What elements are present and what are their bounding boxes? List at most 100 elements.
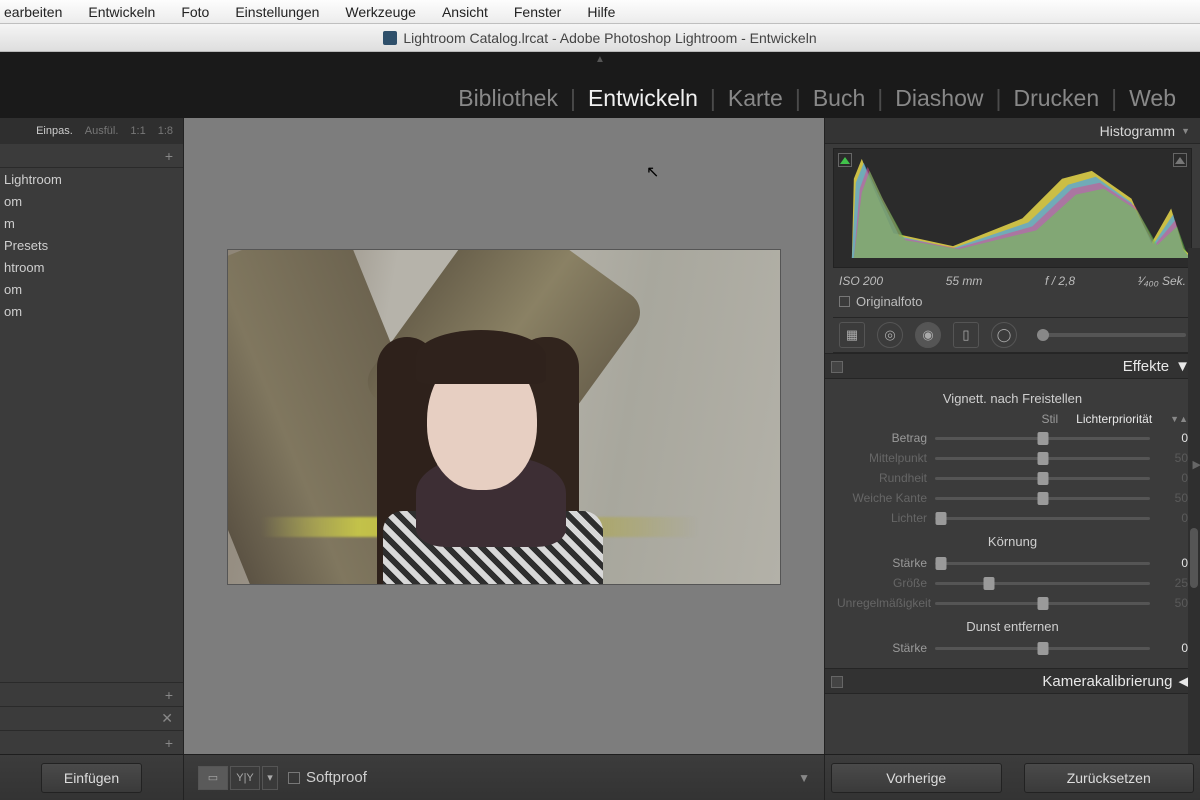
bottom-toolbar: Einfügen ▭ Y|Y ▾ Softproof ▼ Vorherige Z… — [0, 754, 1200, 800]
slider-knob[interactable] — [1037, 642, 1048, 655]
grain-title: Körnung — [837, 528, 1188, 553]
exif-iso: ISO 200 — [839, 274, 883, 288]
photo-preview[interactable] — [228, 250, 780, 584]
exif-aperture: f / 2,8 — [1045, 274, 1075, 288]
panel-switch-icon[interactable] — [831, 676, 843, 688]
zoom-fill[interactable]: Ausfül. — [85, 125, 119, 137]
menu-tools[interactable]: Werkzeuge — [345, 4, 416, 20]
tab-library[interactable]: Bibliothek — [446, 85, 570, 112]
slider-vignette-4: Lichter0 — [837, 508, 1188, 528]
preset-item[interactable]: om — [0, 300, 183, 322]
before-after-lr-icon[interactable]: Y|Y — [230, 766, 260, 790]
plus-icon[interactable]: + — [165, 148, 173, 164]
window-title: Lightroom Catalog.lrcat - Adobe Photosho… — [403, 30, 816, 46]
slider-knob — [1037, 492, 1048, 505]
effects-header[interactable]: Effekte ▼ — [825, 353, 1200, 379]
camera-calibration-header[interactable]: Kamerakalibrierung ◀ — [825, 668, 1200, 694]
develop-toolstrip: ▦ ◎ ◉ ▯ ◯ — [833, 317, 1192, 353]
slider-track — [935, 497, 1150, 500]
slider-knob[interactable] — [936, 557, 947, 570]
slider-label: Stärke — [837, 641, 927, 655]
tab-develop[interactable]: Entwickeln — [576, 85, 710, 112]
original-photo-row[interactable]: Originalfoto — [825, 294, 1200, 317]
slider-track[interactable] — [935, 437, 1150, 440]
zoom-1-8[interactable]: 1:8 — [158, 125, 173, 137]
slider-value: 0 — [1158, 641, 1188, 655]
histogram-title: Histogramm — [1100, 123, 1175, 139]
slider-value: 0 — [1158, 511, 1188, 525]
right-scrollbar[interactable] — [1188, 248, 1200, 754]
reset-button[interactable]: Zurücksetzen — [1024, 763, 1195, 793]
preview-area[interactable]: ↖ — [184, 118, 824, 754]
slider-label: Mittelpunkt — [837, 451, 927, 465]
previous-button[interactable]: Vorherige — [831, 763, 1002, 793]
slider-knob[interactable] — [1037, 432, 1048, 445]
preset-item[interactable]: m — [0, 212, 183, 234]
slider-track — [935, 602, 1150, 605]
slider-track[interactable] — [935, 647, 1150, 650]
histogram-header[interactable]: Histogramm ▼ — [825, 118, 1200, 144]
plus-icon[interactable]: + — [165, 735, 173, 751]
menu-help[interactable]: Hilfe — [587, 4, 615, 20]
close-icon[interactable]: ✕ — [161, 710, 173, 727]
slider-value: 0 — [1158, 556, 1188, 570]
slider-vignette-0[interactable]: Betrag0 — [837, 428, 1188, 448]
preset-item[interactable]: Lightroom — [0, 168, 183, 190]
navigator-zoom-row: Einpas. Ausfül. 1:1 1:8 — [0, 118, 183, 144]
checkbox-icon[interactable] — [288, 772, 300, 784]
preset-list: Lightroom om m Presets htroom om om — [0, 168, 183, 322]
slider-knob — [1037, 472, 1048, 485]
slider-dehaze-0[interactable]: Stärke 0 — [837, 638, 1188, 658]
crop-tool-icon[interactable]: ▦ — [839, 322, 865, 348]
slider-track[interactable] — [935, 562, 1150, 565]
slider-knob — [983, 577, 994, 590]
menu-edit[interactable]: earbeiten — [4, 4, 62, 20]
tab-slideshow[interactable]: Diashow — [883, 85, 995, 112]
panel-collapse-right-icon[interactable]: ▶ — [1193, 458, 1200, 471]
app-icon — [383, 31, 397, 45]
menu-develop[interactable]: Entwickeln — [88, 4, 155, 20]
panel-collapse-top-icon[interactable]: ▲ — [595, 54, 605, 65]
zoom-1-1[interactable]: 1:1 — [130, 125, 145, 137]
preset-item[interactable]: om — [0, 190, 183, 212]
mask-slider[interactable] — [1037, 333, 1186, 337]
radial-tool-icon[interactable]: ◯ — [991, 322, 1017, 348]
slider-knob — [936, 512, 947, 525]
histogram[interactable] — [833, 148, 1192, 268]
menu-window[interactable]: Fenster — [514, 4, 561, 20]
slider-value: 0 — [1158, 431, 1188, 445]
collections-add-row: + — [0, 730, 183, 754]
panel-switch-icon[interactable] — [831, 361, 843, 373]
redeye-tool-icon[interactable]: ◉ — [915, 322, 941, 348]
slider-grain-0[interactable]: Stärke 0 — [837, 553, 1188, 573]
preset-item[interactable]: om — [0, 278, 183, 300]
preset-item[interactable]: Presets — [0, 234, 183, 256]
softproof-toggle[interactable]: Softproof — [288, 769, 367, 786]
spot-tool-icon[interactable]: ◎ — [877, 322, 903, 348]
tab-book[interactable]: Buch — [801, 85, 877, 112]
preset-item[interactable]: htroom — [0, 256, 183, 278]
slider-track — [935, 477, 1150, 480]
slider-grain-2: Unregelmäßigkeit50 — [837, 593, 1188, 613]
tab-web[interactable]: Web — [1117, 85, 1188, 112]
plus-icon[interactable]: + — [165, 687, 173, 703]
menu-photo[interactable]: Foto — [181, 4, 209, 20]
checkbox-icon[interactable] — [839, 296, 850, 307]
slider-label: Stärke — [837, 556, 927, 570]
slider-grain-1: Größe25 — [837, 573, 1188, 593]
before-after-menu-icon[interactable]: ▾ — [262, 766, 278, 790]
menu-view[interactable]: Ansicht — [442, 4, 488, 20]
zoom-fit[interactable]: Einpas. — [36, 125, 73, 137]
presets-add-row: + — [0, 144, 183, 168]
tab-print[interactable]: Drucken — [1001, 85, 1111, 112]
loupe-view-icon[interactable]: ▭ — [198, 766, 228, 790]
dropdown-caret-icon: ▼▲ — [1170, 414, 1188, 424]
slider-vignette-2: Rundheit0 — [837, 468, 1188, 488]
vignette-style-dropdown[interactable]: Stil Lichterpriorität ▼▲ — [837, 410, 1188, 428]
paste-button[interactable]: Einfügen — [41, 763, 142, 793]
tab-map[interactable]: Karte — [716, 85, 795, 112]
toolbar-menu-icon[interactable]: ▼ — [798, 771, 810, 785]
menu-settings[interactable]: Einstellungen — [235, 4, 319, 20]
gradient-tool-icon[interactable]: ▯ — [953, 322, 979, 348]
scrollbar-thumb[interactable] — [1190, 528, 1198, 588]
